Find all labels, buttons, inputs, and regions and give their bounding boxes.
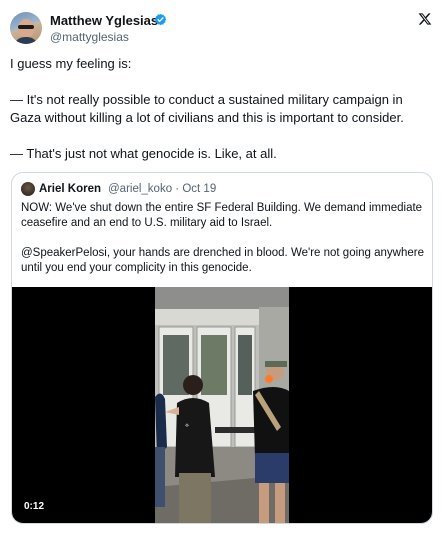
quoted-author-avatar[interactable]	[21, 182, 35, 196]
tweet-text-line: — It's not really possible to conduct a …	[10, 92, 403, 107]
quoted-author-handle[interactable]: @ariel_koko	[108, 183, 172, 195]
meta-separator: ·	[175, 183, 180, 195]
quoted-text-line: ceasefire and an end to U.S. military ai…	[21, 217, 273, 229]
quoted-text-line: @SpeakerPelosi, your hands are drenched …	[21, 247, 424, 259]
svg-text:⟡: ⟡	[185, 423, 189, 429]
tweet-text-line: Gaza without killing a lot of civilians …	[10, 110, 404, 125]
quoted-text-line: until you end your complicity in this ge…	[21, 262, 252, 274]
x-logo-icon[interactable]	[418, 12, 432, 26]
quoted-author-meta: @ariel_koko · Oct 19	[108, 181, 216, 197]
tweet-text-line: — That's just not what genocide is. Like…	[10, 146, 277, 161]
quoted-text-line: NOW: We've shut down the entire SF Feder…	[21, 202, 423, 214]
verified-badge-icon	[154, 13, 167, 26]
author-name[interactable]: Matthew Yglesias	[50, 13, 158, 29]
quoted-tweet-date[interactable]: Oct 19	[182, 183, 216, 195]
quoted-author-name[interactable]: Ariel Koren	[39, 181, 101, 197]
quoted-tweet[interactable]: Ariel Koren @ariel_koko · Oct 19 NOW: We…	[11, 172, 433, 524]
author-avatar[interactable]	[10, 12, 42, 44]
tweet-text-line: I guess my feeling is:	[10, 56, 132, 71]
video-player[interactable]: ⟡ 0:12	[12, 287, 432, 523]
video-duration: 0:12	[20, 499, 49, 514]
tweet-header: Matthew Yglesias @mattyglesias	[10, 12, 434, 48]
author-handle[interactable]: @mattyglesias	[50, 30, 129, 44]
video-frame: ⟡	[155, 287, 289, 523]
